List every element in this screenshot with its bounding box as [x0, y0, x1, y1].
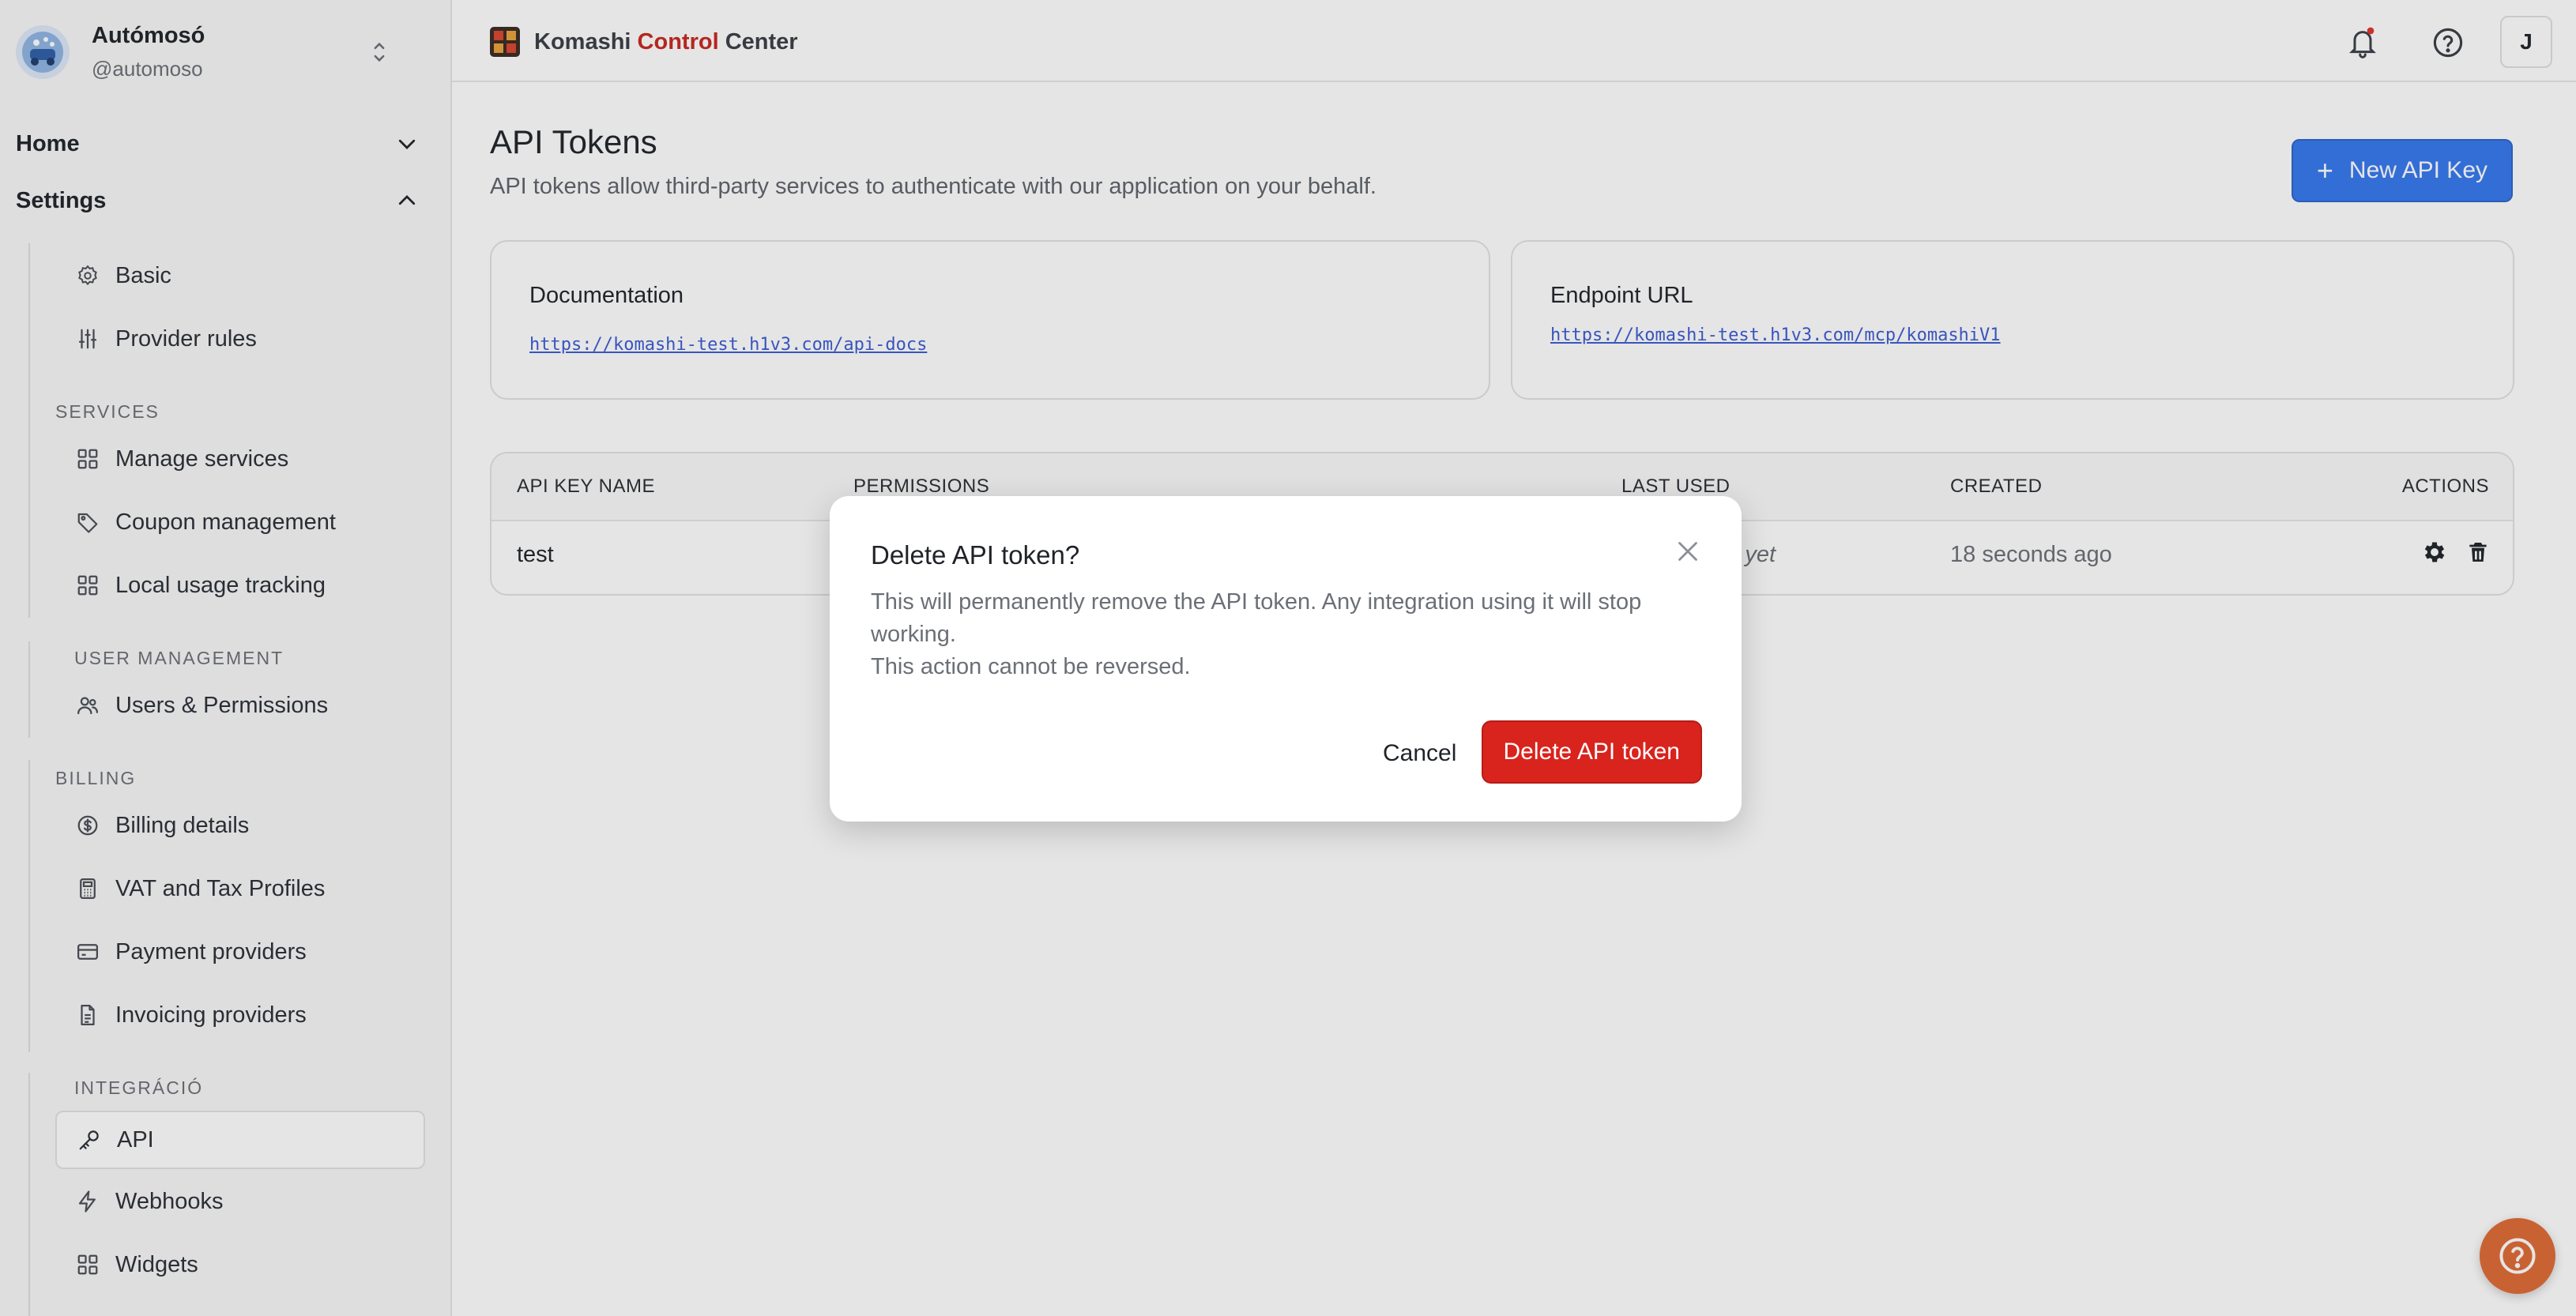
delete-token-dialog: Delete API token? This will permanently …	[830, 496, 1742, 822]
cancel-button[interactable]: Cancel	[1359, 722, 1480, 785]
delete-api-token-button[interactable]: Delete API token	[1481, 720, 1702, 784]
close-icon[interactable]	[1674, 537, 1702, 566]
dialog-body-line2: This action cannot be reversed.	[871, 654, 1191, 679]
dialog-title: Delete API token?	[871, 540, 1080, 570]
dialog-body-line1: This will permanently remove the API tok…	[871, 589, 1642, 647]
dialog-body: This will permanently remove the API tok…	[871, 586, 1693, 683]
